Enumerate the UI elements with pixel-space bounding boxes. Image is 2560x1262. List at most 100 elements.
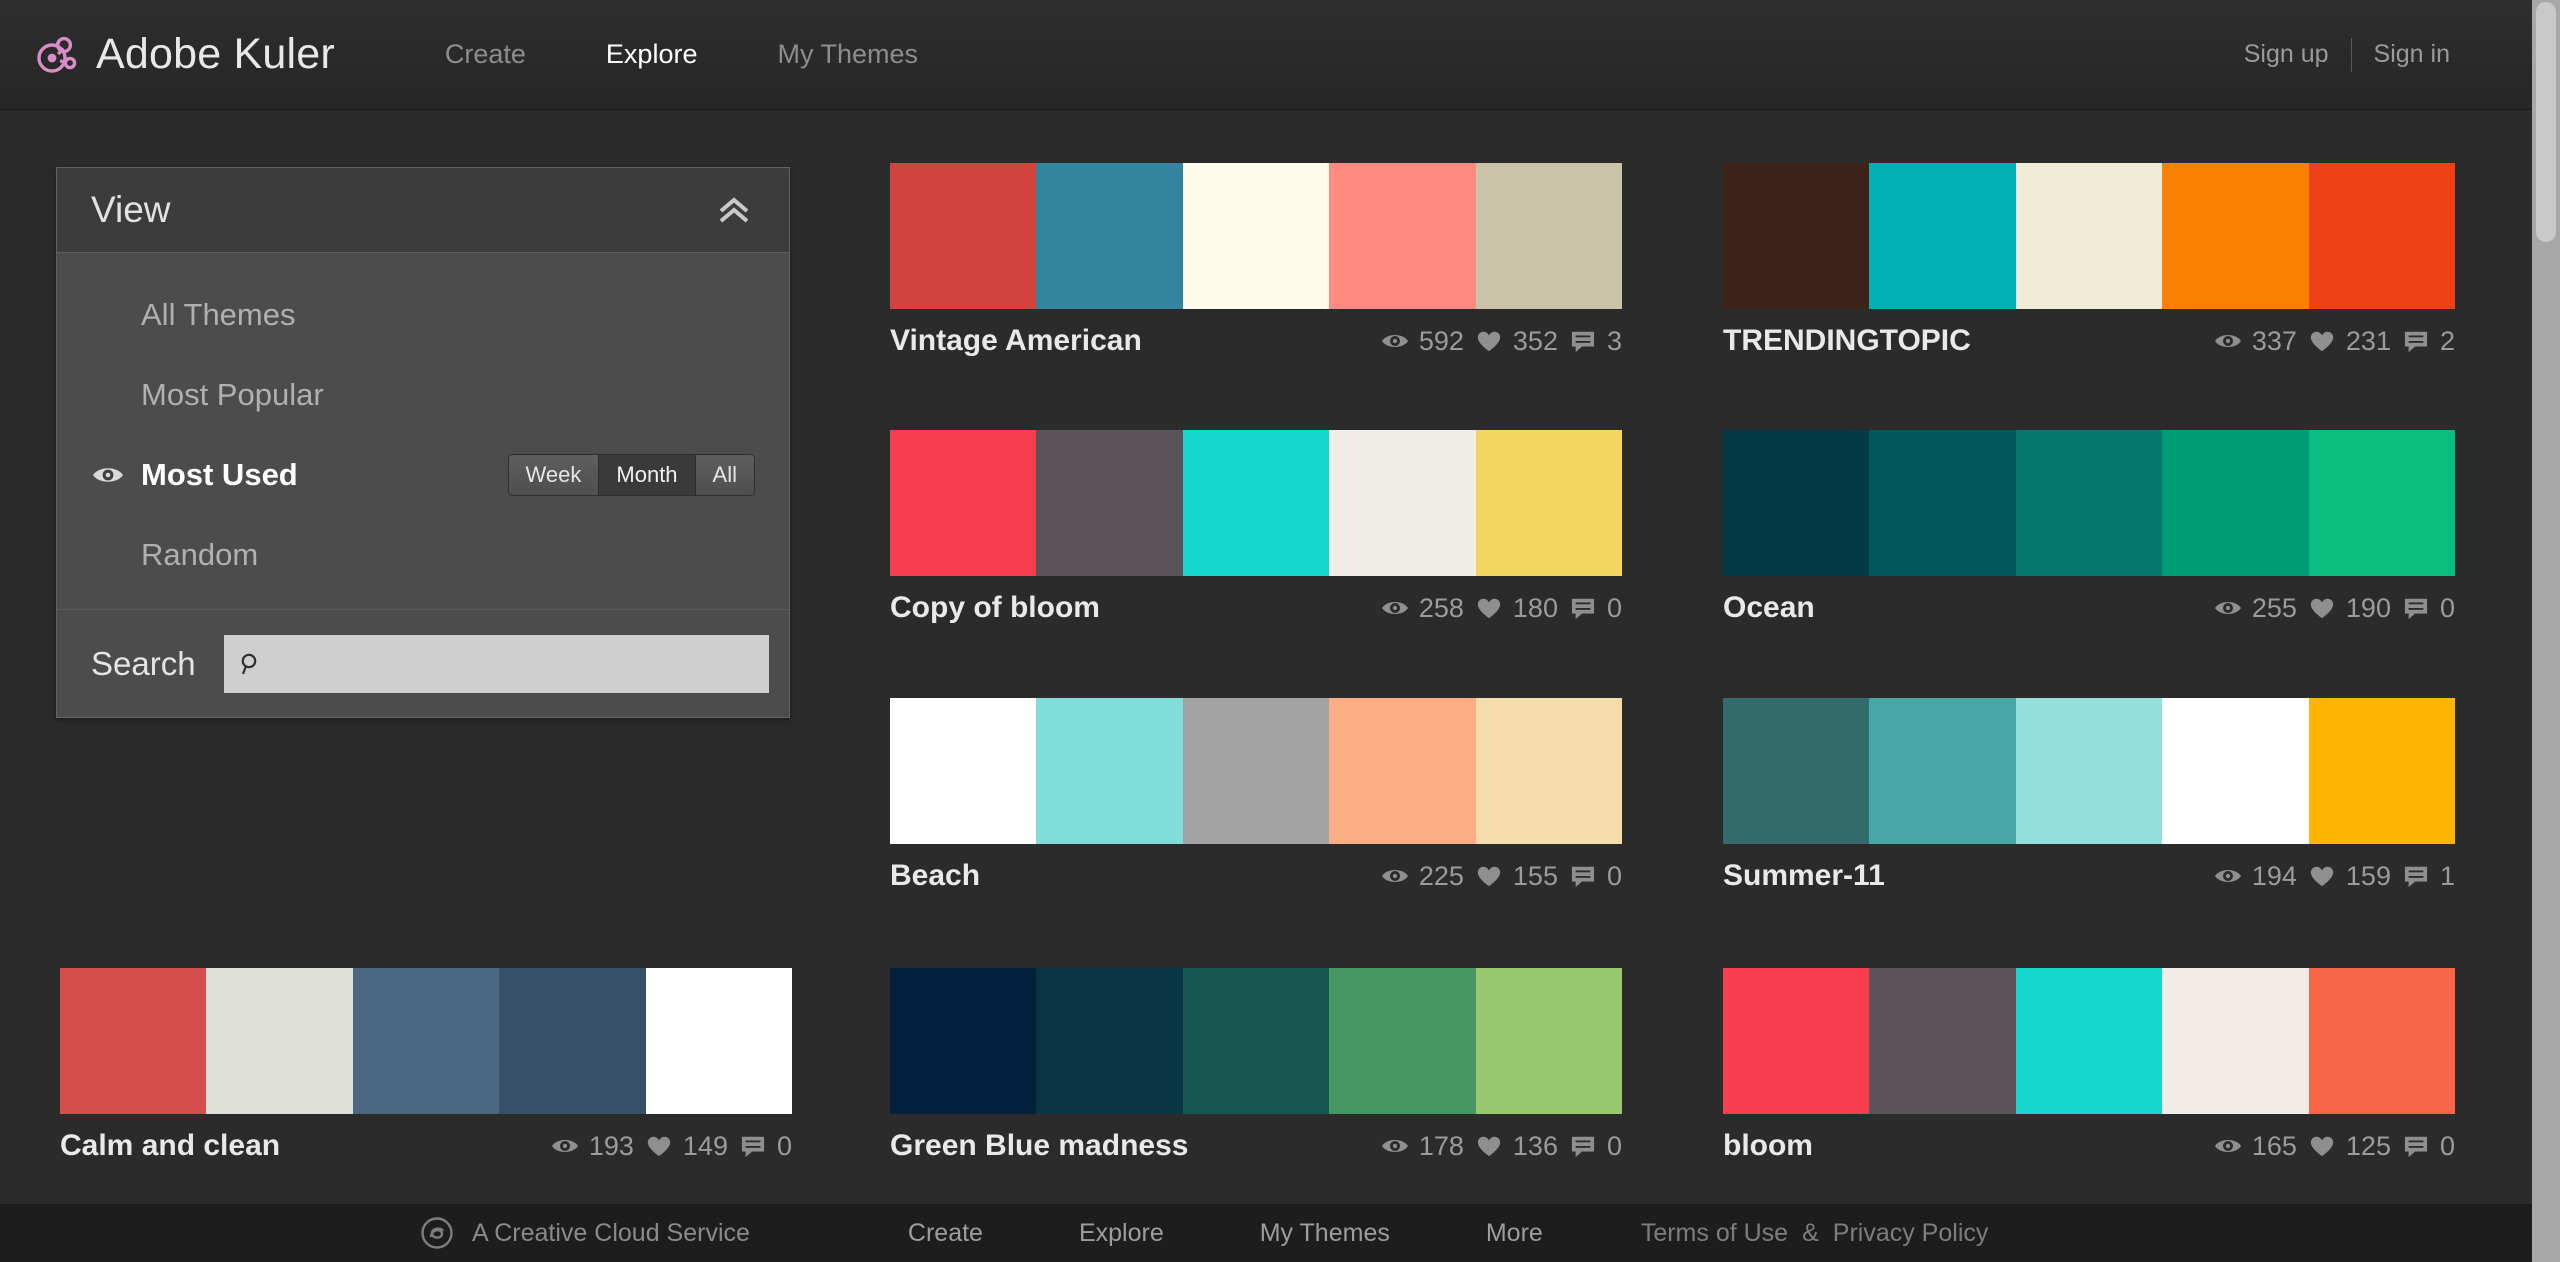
comments-count: 0 bbox=[1606, 860, 1622, 891]
theme-stats: 194 159 1 bbox=[2213, 861, 2455, 892]
swatch bbox=[890, 698, 1037, 844]
footer-legal: Terms of Use & Privacy Policy bbox=[1641, 1219, 1989, 1248]
theme-swatches[interactable] bbox=[1723, 430, 2456, 576]
likes-count: 352 bbox=[1512, 325, 1558, 356]
theme-card[interactable]: Green Blue madness 178 136 0 bbox=[890, 968, 1623, 1172]
swatch bbox=[1036, 968, 1183, 1114]
theme-stats: 165 125 0 bbox=[2213, 1131, 2455, 1162]
theme-card[interactable]: Calm and clean 193 149 0 bbox=[60, 968, 793, 1172]
comments-count: 0 bbox=[1606, 592, 1622, 623]
theme-meta: Beach 225 155 0 bbox=[890, 844, 1622, 902]
theme-title: Summer-11 bbox=[1723, 859, 1885, 892]
swatch bbox=[1329, 698, 1476, 844]
theme-swatches[interactable] bbox=[60, 968, 793, 1114]
swatch bbox=[890, 968, 1037, 1114]
heart-icon bbox=[2307, 1134, 2337, 1158]
swatch bbox=[1869, 968, 2016, 1114]
eye-icon bbox=[2213, 1134, 2243, 1158]
likes-count: 125 bbox=[2345, 1130, 2391, 1161]
footer-link-explore[interactable]: Explore bbox=[1031, 1219, 1212, 1248]
theme-card[interactable]: Ocean 255 190 0 bbox=[1723, 430, 2456, 634]
comments-count: 0 bbox=[2439, 592, 2455, 623]
heart-icon bbox=[644, 1134, 674, 1158]
comments-count: 0 bbox=[776, 1130, 792, 1161]
nav-explore[interactable]: Explore bbox=[566, 39, 738, 70]
swatch bbox=[2015, 968, 2163, 1114]
heart-icon bbox=[1474, 596, 1504, 620]
likes-count: 155 bbox=[1512, 860, 1558, 891]
swatch bbox=[1869, 430, 2016, 576]
eye-icon bbox=[1380, 596, 1410, 620]
swatch bbox=[2308, 698, 2456, 844]
auth-nav: Sign up Sign in bbox=[2222, 37, 2472, 72]
swatch bbox=[890, 163, 1037, 309]
brand-title: Adobe Kuler bbox=[96, 30, 335, 78]
theme-swatches[interactable] bbox=[890, 163, 1623, 309]
comments-stat: 0 bbox=[2401, 593, 2455, 624]
theme-meta: Vintage American 592 352 3 bbox=[890, 309, 1622, 367]
page-content: View All Themes Most Popular Most Used W… bbox=[0, 110, 2532, 1162]
theme-swatches[interactable] bbox=[1723, 163, 2456, 309]
views-count: 165 bbox=[2251, 1130, 2297, 1161]
sign-up-link[interactable]: Sign up bbox=[2222, 40, 2351, 69]
nav-my-themes[interactable]: My Themes bbox=[737, 39, 958, 70]
swatch bbox=[1723, 968, 1870, 1114]
footer-link-create[interactable]: Create bbox=[860, 1219, 1031, 1248]
swatch bbox=[206, 968, 353, 1114]
brand[interactable]: Adobe Kuler bbox=[34, 30, 335, 79]
theme-meta: Summer-11 194 159 1 bbox=[1723, 844, 2455, 902]
swatch bbox=[2015, 698, 2163, 844]
theme-title: Calm and clean bbox=[60, 1129, 281, 1162]
theme-meta: Calm and clean 193 149 0 bbox=[60, 1114, 792, 1172]
swatch bbox=[2162, 698, 2309, 844]
privacy-policy-link[interactable]: Privacy Policy bbox=[1833, 1219, 1989, 1248]
views-stat: 592 bbox=[1380, 326, 1464, 357]
theme-stats: 225 155 0 bbox=[1380, 861, 1622, 892]
comment-icon bbox=[1568, 329, 1598, 353]
comment-icon bbox=[2401, 864, 2431, 888]
theme-swatches[interactable] bbox=[890, 698, 1623, 844]
likes-stat: 155 bbox=[1474, 861, 1558, 892]
theme-swatches[interactable] bbox=[1723, 698, 2456, 844]
theme-swatches[interactable] bbox=[890, 968, 1623, 1114]
theme-card[interactable]: Summer-11 194 159 1 bbox=[1723, 698, 2456, 902]
views-count: 178 bbox=[1418, 1130, 1464, 1161]
theme-swatches[interactable] bbox=[890, 430, 1623, 576]
legal-ampersand: & bbox=[1802, 1218, 1819, 1247]
footer-link-my-themes[interactable]: My Themes bbox=[1212, 1219, 1438, 1248]
theme-swatches[interactable] bbox=[1723, 968, 2456, 1114]
swatch bbox=[1182, 968, 1330, 1114]
views-stat: 337 bbox=[2213, 326, 2297, 357]
heart-icon bbox=[1474, 864, 1504, 888]
sign-in-link[interactable]: Sign in bbox=[2352, 40, 2472, 69]
theme-card[interactable]: Copy of bloom 258 180 0 bbox=[890, 430, 1623, 634]
scrollbar-thumb[interactable] bbox=[2536, 2, 2556, 242]
page-scrollbar[interactable] bbox=[2532, 0, 2560, 1262]
nav-create[interactable]: Create bbox=[405, 39, 566, 70]
eye-icon bbox=[550, 1134, 580, 1158]
footer-link-more[interactable]: More bbox=[1438, 1219, 1591, 1248]
heart-icon bbox=[2307, 596, 2337, 620]
app-footer: A Creative Cloud Service Create Explore … bbox=[0, 1204, 2532, 1262]
heart-icon bbox=[2307, 329, 2337, 353]
swatch bbox=[2308, 968, 2456, 1114]
theme-title: Ocean bbox=[1723, 591, 1815, 624]
comment-icon bbox=[2401, 596, 2431, 620]
theme-meta: Ocean 255 190 0 bbox=[1723, 576, 2455, 634]
likes-count: 190 bbox=[2345, 592, 2391, 623]
comments-stat: 2 bbox=[2401, 326, 2455, 357]
footer-nav: Create Explore My Themes More bbox=[860, 1219, 1591, 1248]
eye-icon bbox=[2213, 596, 2243, 620]
kuler-logo-icon bbox=[34, 32, 80, 78]
theme-card[interactable]: Vintage American 592 352 3 bbox=[890, 163, 1623, 367]
comment-icon bbox=[1568, 1134, 1598, 1158]
comments-stat: 3 bbox=[1568, 326, 1622, 357]
views-count: 337 bbox=[2251, 325, 2297, 356]
theme-title: Copy of bloom bbox=[890, 591, 1100, 624]
theme-card[interactable]: bloom 165 125 0 bbox=[1723, 968, 2456, 1172]
theme-card[interactable]: Beach 225 155 0 bbox=[890, 698, 1623, 902]
terms-of-use-link[interactable]: Terms of Use bbox=[1641, 1219, 1788, 1248]
theme-card[interactable]: TRENDINGTOPIC 337 231 2 bbox=[1723, 163, 2456, 367]
comments-count: 2 bbox=[2439, 325, 2455, 356]
comments-stat: 0 bbox=[1568, 593, 1622, 624]
